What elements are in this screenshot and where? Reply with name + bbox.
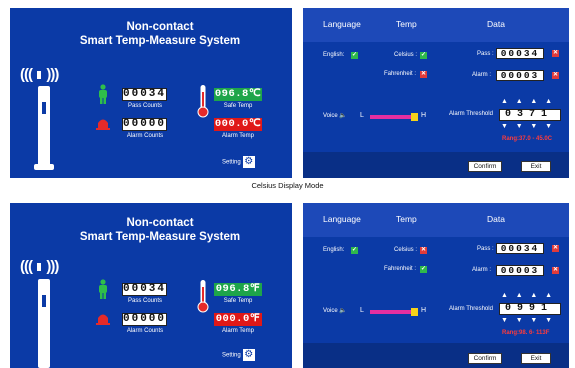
english-checkbox[interactable]: ✓ <box>351 52 358 59</box>
setting-label: Setting <box>222 159 241 166</box>
person-icon <box>99 84 107 104</box>
voice-label: Voice 🔈 <box>323 308 347 314</box>
volume-high-label: H <box>421 307 427 314</box>
alarm-threshold-value[interactable]: 0371 <box>499 109 561 121</box>
setting-label: Setting <box>222 352 241 359</box>
pass-counts-label: Pass Counts <box>127 103 163 109</box>
fahrenheit-label: Fahrenheit : <box>384 266 417 272</box>
voice-slider-knob[interactable] <box>411 308 418 316</box>
speaker-icon: 🔈 <box>339 113 347 119</box>
gear-icon: ⚙ <box>242 349 255 361</box>
threshold-down-arrows[interactable]: ▼ ▼ ▼ ▼ <box>501 317 552 324</box>
thermometer-icon <box>197 280 209 313</box>
alarm-count: 00000 <box>122 313 167 326</box>
signal-waves-icon: ((( ))) <box>20 258 59 275</box>
confirm-button[interactable]: Confirm <box>468 353 502 364</box>
title-line1: Non-contact <box>126 217 194 229</box>
safe-temp-value: 096.8℃ <box>214 88 262 101</box>
celsius-checkbox[interactable]: ✓ <box>420 52 427 59</box>
alarm-temp-label: Alarm Temp <box>222 133 254 139</box>
settings-screen-celsius: Language Temp Data English: ✓ Celsius : … <box>303 8 569 178</box>
alarm-temp-value: 000.0℃ <box>214 118 262 131</box>
safe-temp-label: Safe Temp <box>223 298 253 304</box>
alarm-threshold-label: Alarm Threshold <box>449 306 493 312</box>
tab-temp[interactable]: Temp <box>396 214 417 224</box>
celsius-label: Celsius : <box>394 52 418 58</box>
threshold-up-arrows[interactable]: ▲ ▲ ▲ ▲ <box>501 98 552 105</box>
voice-label: Voice 🔈 <box>323 113 347 119</box>
caption-celsius-mode: Celsius Display Mode <box>251 181 324 190</box>
kiosk-pole-icon <box>38 86 50 168</box>
celsius-checkbox[interactable]: ✕ <box>420 247 427 254</box>
tab-language[interactable]: Language <box>323 19 361 29</box>
alarm-counts-label: Alarm Counts <box>126 328 164 334</box>
pass-value: 00034 <box>496 48 544 59</box>
alarm-count: 00000 <box>122 118 167 131</box>
pass-label: Pass : <box>477 246 494 252</box>
alarm-value: 00003 <box>496 265 544 276</box>
threshold-range: Rang:98. 6- 113F <box>502 330 550 336</box>
exit-button[interactable]: Exit <box>521 353 551 364</box>
threshold-up-arrows[interactable]: ▲ ▲ ▲ ▲ <box>501 292 552 299</box>
title-line2: Smart Temp-Measure System <box>79 231 241 243</box>
volume-high-label: H <box>421 112 427 119</box>
main-screen-fahrenheit: Non-contact Smart Temp-Measure System ((… <box>10 203 292 368</box>
fahrenheit-checkbox[interactable]: ✕ <box>420 71 427 78</box>
pass-count: 00034 <box>122 88 167 101</box>
fahrenheit-label: Fahrenheit : <box>384 71 417 77</box>
threshold-down-arrows[interactable]: ▼ ▼ ▼ ▼ <box>501 123 552 130</box>
pass-counts-label: Pass Counts <box>127 298 163 304</box>
volume-low-label: L <box>360 112 364 119</box>
alarm-value: 00003 <box>496 70 544 81</box>
setting-button[interactable]: Setting ⚙ <box>222 156 255 168</box>
setting-button[interactable]: Setting ⚙ <box>222 349 255 361</box>
alarm-temp-value: 000.0℉ <box>214 313 262 326</box>
pass-clear-icon[interactable]: ✕ <box>552 50 559 57</box>
voice-slider[interactable] <box>370 115 413 119</box>
tab-data[interactable]: Data <box>487 214 505 224</box>
pass-clear-icon[interactable]: ✕ <box>552 245 559 252</box>
fahrenheit-checkbox[interactable]: ✓ <box>420 266 427 273</box>
threshold-range: Rang:37.0 - 45.0C <box>502 136 553 142</box>
pass-label: Pass : <box>477 51 494 57</box>
kiosk-pole-icon <box>38 279 50 368</box>
pass-value: 00034 <box>496 243 544 254</box>
alarm-counts-label: Alarm Counts <box>126 133 164 139</box>
alarm-clear-icon[interactable]: ✕ <box>552 267 559 274</box>
alarm-threshold-value[interactable]: 0991 <box>499 303 561 315</box>
signal-waves-icon: ((( ))) <box>20 66 59 83</box>
title-line2: Smart Temp-Measure System <box>79 35 241 47</box>
english-checkbox[interactable]: ✓ <box>351 247 358 254</box>
tab-temp[interactable]: Temp <box>396 19 417 29</box>
gear-icon: ⚙ <box>242 156 255 168</box>
settings-screen-fahrenheit: Language Temp Data English: ✓ Celsius : … <box>303 203 569 368</box>
alarm-threshold-label: Alarm Threshold <box>449 111 493 117</box>
alarm-light-icon <box>96 119 110 130</box>
alarm-temp-label: Alarm Temp <box>222 328 254 334</box>
alarm-light-icon <box>96 314 110 325</box>
safe-temp-label: Safe Temp <box>223 103 253 109</box>
thermometer-icon <box>197 85 209 118</box>
title-line1: Non-contact <box>126 21 194 33</box>
speaker-icon: 🔈 <box>339 308 347 314</box>
english-label: English: <box>323 247 345 253</box>
tab-data[interactable]: Data <box>487 19 505 29</box>
voice-slider-knob[interactable] <box>411 113 418 121</box>
alarm-label: Alarm : <box>472 72 492 78</box>
exit-button[interactable]: Exit <box>521 161 551 172</box>
pass-count: 00034 <box>122 283 167 296</box>
main-screen-celsius: Non-contact Smart Temp-Measure System ((… <box>10 8 292 178</box>
confirm-button[interactable]: Confirm <box>468 161 502 172</box>
english-label: English: <box>323 52 345 58</box>
volume-low-label: L <box>360 307 364 314</box>
alarm-clear-icon[interactable]: ✕ <box>552 72 559 79</box>
voice-slider[interactable] <box>370 310 413 314</box>
tab-language[interactable]: Language <box>323 214 361 224</box>
person-icon <box>99 279 107 299</box>
alarm-label: Alarm : <box>472 267 492 273</box>
celsius-label: Celsius : <box>394 247 418 253</box>
safe-temp-value: 096.8℉ <box>214 283 262 296</box>
